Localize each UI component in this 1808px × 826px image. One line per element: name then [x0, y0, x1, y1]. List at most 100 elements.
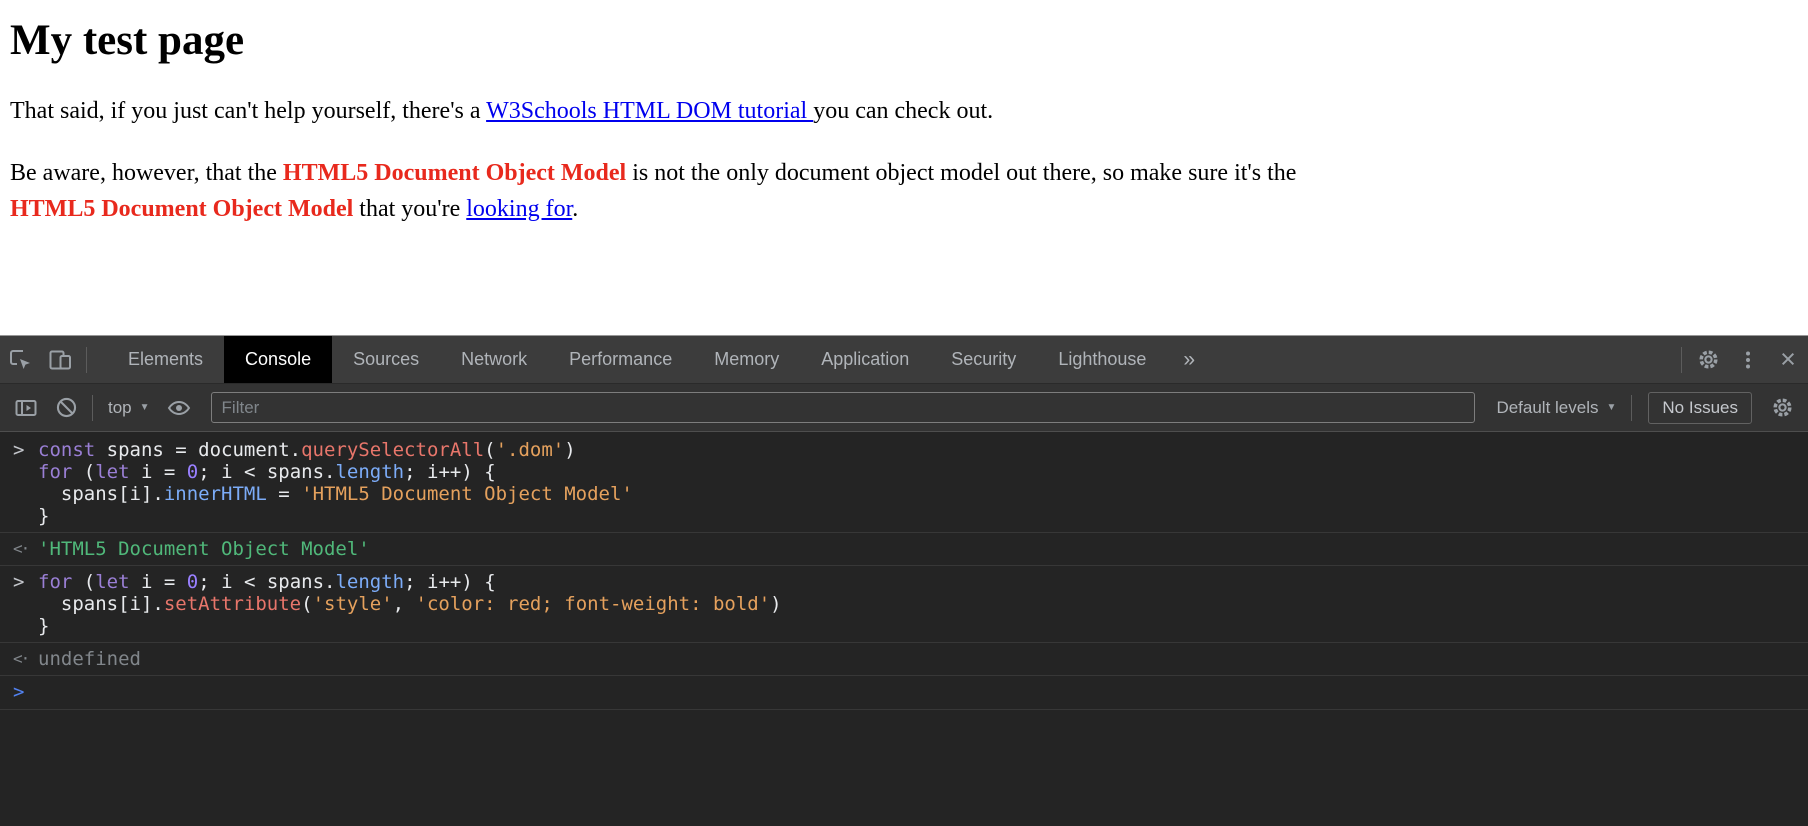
- code-token: }: [38, 505, 50, 527]
- code-token: setAttribute: [163, 593, 302, 615]
- code-token: ; i < spans.: [198, 571, 336, 593]
- code-token: ; i++) {: [404, 461, 496, 483]
- tab-network[interactable]: Network: [440, 336, 548, 383]
- return-arrow-icon: <·: [13, 649, 30, 668]
- tab-memory[interactable]: Memory: [693, 336, 800, 383]
- code-token: 0: [186, 571, 199, 593]
- eye-icon: [167, 400, 190, 415]
- console-toolbar: top ▼ Default levels ▼ No Issues: [0, 384, 1808, 432]
- tab-security[interactable]: Security: [930, 336, 1037, 383]
- input-chevron-icon: >: [13, 439, 25, 461]
- looking-for-link[interactable]: looking for: [466, 196, 572, 222]
- console-code-line: }: [38, 505, 1808, 527]
- code-token: 'HTML5 Document Object Model': [38, 538, 370, 560]
- return-arrow-icon: <·: [13, 539, 30, 558]
- console-code-line: 'HTML5 Document Object Model': [38, 538, 1808, 560]
- console-code-line: undefined: [38, 648, 1808, 670]
- code-token: '.dom': [495, 439, 565, 461]
- inspect-cursor-icon: [10, 349, 30, 369]
- console-settings-button[interactable]: [1762, 388, 1802, 428]
- code-token: for: [38, 461, 73, 483]
- divider: [1631, 394, 1633, 421]
- code-token: undefined: [38, 648, 141, 670]
- clear-console-button[interactable]: [46, 388, 86, 428]
- paragraph-text: .: [572, 196, 579, 222]
- code-token: 'style': [312, 593, 393, 615]
- code-token: i =: [129, 461, 187, 483]
- divider: [92, 394, 93, 421]
- divider: [1681, 346, 1682, 373]
- code-token: i =: [129, 571, 187, 593]
- chevron-down-icon: ▼: [139, 402, 150, 413]
- more-tabs-button[interactable]: »: [1167, 336, 1211, 383]
- code-token: querySelectorAll: [301, 439, 485, 461]
- context-selector-dropdown[interactable]: top ▼: [99, 398, 159, 418]
- tab-performance[interactable]: Performance: [548, 336, 693, 383]
- code-token: const: [38, 439, 96, 461]
- code-token: 'color: red; font-weight: bold': [415, 593, 771, 615]
- paragraph-warning: Be aware, however, that the HTML5 Docume…: [10, 155, 1798, 227]
- console-output: > const spans = document.querySelectorAll…: [0, 432, 1808, 826]
- tab-application[interactable]: Application: [800, 336, 930, 383]
- code-token: spans[i].: [38, 593, 164, 615]
- console-entry-input: > for (let i = 0; i < spans.length; i++) …: [0, 566, 1808, 643]
- no-issues-button[interactable]: No Issues: [1648, 391, 1752, 424]
- gear-icon: [1698, 350, 1718, 369]
- devtools-tab-bar: Elements Console Sources Network Performance…: [0, 336, 1808, 384]
- tab-console[interactable]: Console: [224, 336, 333, 383]
- code-token: spans = document.: [95, 439, 302, 461]
- code-token: }: [38, 615, 50, 637]
- tab-elements[interactable]: Elements: [107, 336, 224, 383]
- device-toolbar-icon: [49, 350, 71, 369]
- paragraph-text: that you're: [353, 196, 467, 222]
- console-sidebar-button[interactable]: [6, 388, 46, 428]
- code-token: for: [38, 571, 73, 593]
- log-levels-dropdown[interactable]: Default levels ▼: [1487, 398, 1625, 418]
- chevron-down-icon: ▼: [1606, 402, 1617, 413]
- console-code-line: const spans = document.querySelectorAll(…: [38, 439, 1808, 461]
- console-code: 'HTML5 Document Object Model': [38, 538, 1808, 560]
- paragraph-intro: That said, if you just can't help yourse…: [10, 93, 1798, 129]
- console-entry-result: <· 'HTML5 Document Object Model': [0, 533, 1808, 566]
- code-token: ; i < spans.: [198, 461, 336, 483]
- device-toolbar-button[interactable]: [40, 340, 80, 380]
- code-token: ): [564, 439, 576, 461]
- log-levels-label: Default levels: [1496, 397, 1599, 417]
- input-chevron-icon: >: [13, 571, 25, 593]
- page-title: My test page: [10, 17, 245, 64]
- dom-highlight-text: HTML5 Document Object Model: [282, 160, 627, 186]
- devtools-tabs: Elements Console Sources Network Performance…: [107, 336, 1167, 383]
- console-code-line: spans[i].setAttribute('style', 'color: r…: [38, 593, 1808, 615]
- console-entry-result: <· undefined: [0, 643, 1808, 676]
- console-code-line: spans[i].innerHTML = 'HTML5 Document Obj…: [38, 483, 1808, 505]
- code-token: length: [335, 461, 405, 483]
- code-token: innerHTML: [163, 483, 267, 505]
- browser-page-content: My test page That said, if you just can'…: [0, 0, 1808, 335]
- tab-sources[interactable]: Sources: [332, 336, 440, 383]
- kebab-menu-button[interactable]: [1728, 340, 1768, 380]
- code-token: =: [266, 483, 302, 505]
- prompt-chevron-icon: >: [13, 681, 25, 703]
- console-code: const spans = document.querySelectorAll(…: [38, 439, 1808, 527]
- console-entry-prompt[interactable]: >: [0, 676, 1808, 710]
- code-token: (: [72, 571, 96, 593]
- console-sidebar-icon: [15, 399, 37, 416]
- code-token: (: [301, 593, 313, 615]
- inspect-element-button[interactable]: [0, 340, 40, 380]
- clear-console-icon: [56, 397, 76, 418]
- console-entry-input: > const spans = document.querySelectorAll…: [0, 434, 1808, 533]
- live-expression-button[interactable]: [159, 388, 199, 428]
- dom-highlight-text: HTML5 Document Object Model: [10, 196, 354, 222]
- code-token: let: [95, 461, 130, 483]
- close-icon: ×: [1780, 344, 1796, 374]
- devtools-panel: Elements Console Sources Network Performance…: [0, 335, 1808, 826]
- kebab-menu-icon: [1746, 351, 1750, 368]
- w3schools-tutorial-link[interactable]: W3Schools HTML DOM tutorial: [486, 98, 813, 124]
- tab-lighthouse[interactable]: Lighthouse: [1037, 336, 1167, 383]
- console-code-line: for (let i = 0; i < spans.length; i++) {: [38, 571, 1808, 593]
- code-token: ; i++) {: [404, 571, 496, 593]
- close-devtools-button[interactable]: ×: [1768, 340, 1808, 380]
- console-filter-input[interactable]: [210, 392, 1476, 423]
- settings-gear-button[interactable]: [1688, 340, 1728, 380]
